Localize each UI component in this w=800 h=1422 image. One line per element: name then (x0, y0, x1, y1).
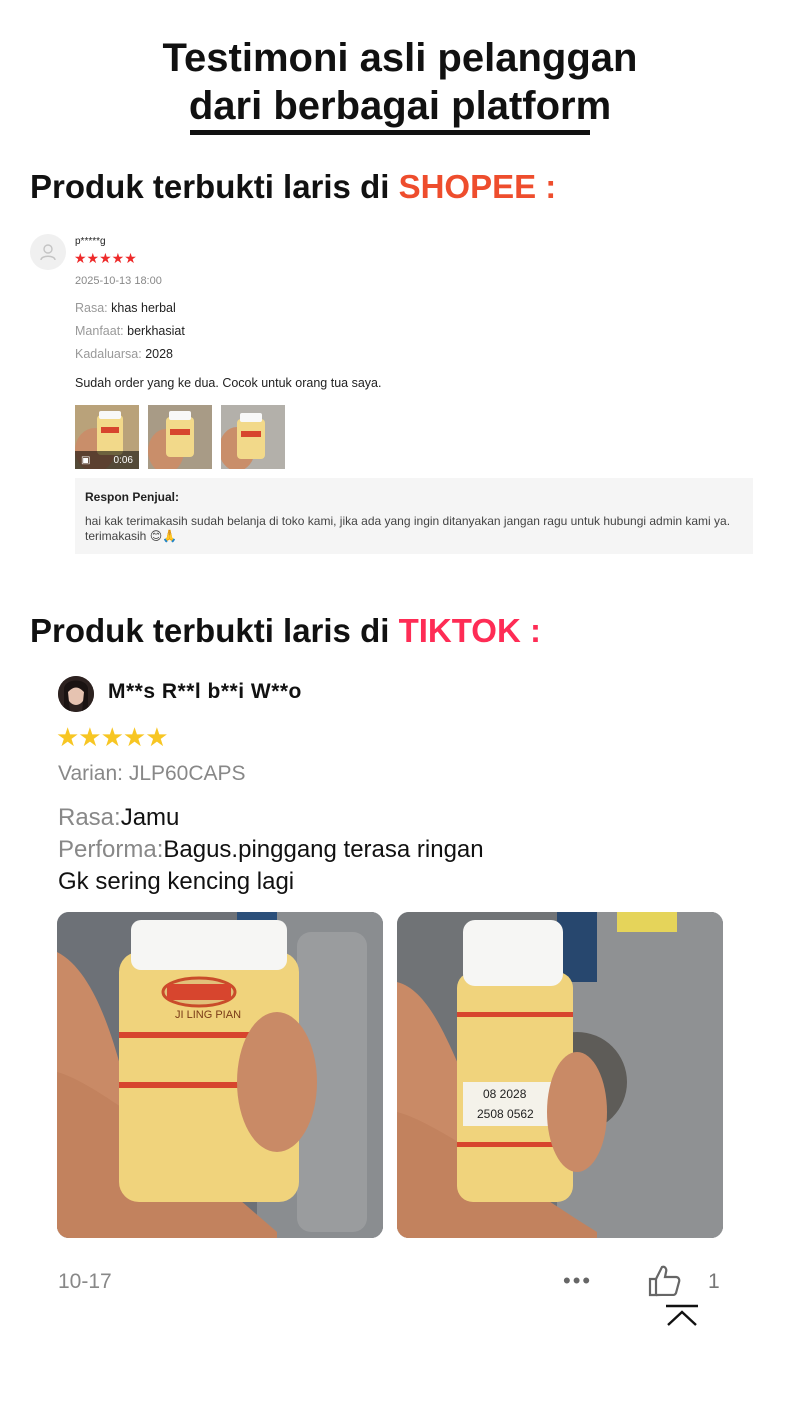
video-duration: 0:06 (113, 454, 133, 466)
shopee-photo-thumbnail[interactable] (221, 405, 285, 469)
rasa-value: Jamu (120, 804, 180, 831)
performa-value: Bagus.pinggang terasa ringan (163, 836, 484, 863)
headline-underline (190, 130, 590, 135)
tiktok-review-photo-2[interactable]: 08 2028 2508 0562 (397, 912, 723, 1238)
product-bottle-image (221, 405, 285, 469)
tiktok-review-date: 10-17 (58, 1270, 112, 1293)
video-badge: ▣ 0:06 (75, 451, 139, 469)
rasa-key: Rasa: (58, 804, 121, 831)
tiktok-section-title: Produk terbukti laris di TIKTOK : (30, 612, 541, 650)
user-icon (40, 244, 56, 261)
shopee-attr-rasa: Rasa: khas herbal (75, 301, 176, 315)
attr-key: Rasa: (75, 301, 112, 315)
video-camera-icon: ▣ (81, 454, 91, 466)
tiktok-rasa-line: Rasa:Jamu (58, 804, 179, 832)
user-photo (58, 676, 94, 712)
shopee-attr-manfaat: Manfaat: berkhasiat (75, 324, 185, 338)
attr-value: khas herbal (111, 301, 176, 315)
attr-key: Kadaluarsa: (75, 347, 146, 361)
section-title-prefix: Produk terbukti laris di (30, 612, 399, 649)
shopee-review-date: 2025-10-13 18:00 (75, 275, 162, 287)
tiktok-variant: Varian: JLP60CAPS (58, 762, 246, 785)
attr-value: berkhasiat (127, 324, 185, 338)
page-headline: Testimoni asli pelanggan dari berbagai p… (0, 34, 800, 135)
scroll-up-icon (666, 1304, 698, 1326)
attr-value: 2028 (145, 347, 173, 361)
shopee-section-title: Produk terbukti laris di SHOPEE : (30, 168, 556, 206)
like-count: 1 (708, 1270, 720, 1293)
tiktok-avatar[interactable] (58, 676, 94, 712)
more-options-icon[interactable]: ••• (563, 1268, 592, 1294)
tiktok-username: M**s R**l b**i W**o (108, 680, 302, 703)
shopee-brand: SHOPEE (398, 168, 537, 205)
bottle-label-text: JI LING PIAN (175, 1009, 241, 1021)
tiktok-extra-line: Gk sering kencing lagi (58, 868, 295, 895)
scroll-to-top-button[interactable] (642, 1296, 722, 1336)
product-bottle-image (148, 405, 212, 469)
batch-text: 2508 0562 (477, 1107, 534, 1121)
shopee-attr-kadaluarsa: Kadaluarsa: 2028 (75, 347, 173, 361)
tiktok-colon: : (520, 612, 541, 649)
shopee-username: p*****g (75, 236, 106, 247)
thumbs-up-icon (648, 1265, 681, 1297)
seller-reply-text: hai kak terimakasih sudah belanja di tok… (85, 514, 731, 543)
shopee-avatar[interactable] (30, 234, 66, 270)
section-title-prefix: Produk terbukti laris di (30, 168, 399, 205)
shopee-review-comment: Sudah order yang ke dua. Cocok untuk ora… (75, 376, 382, 390)
attr-key: Manfaat: (75, 324, 128, 338)
shopee-star-rating: ★★★★★ (74, 250, 137, 266)
tiktok-star-rating: ★★★★★ (56, 722, 169, 752)
tiktok-review-photo-1[interactable]: JI LING PIAN (57, 912, 383, 1238)
shopee-photo-thumbnail[interactable] (148, 405, 212, 469)
product-bottle-photo: JI LING PIAN (57, 912, 383, 1238)
performa-key: Performa: (58, 836, 164, 863)
seller-reply-title: Respon Penjual: (85, 490, 180, 504)
headline-line-1: Testimoni asli pelanggan (162, 36, 638, 80)
expiry-text: 08 2028 (483, 1087, 527, 1101)
shopee-video-thumbnail[interactable]: ▣ 0:06 (75, 405, 139, 469)
shopee-colon: : (536, 168, 557, 205)
shopee-seller-reply: Respon Penjual: hai kak terimakasih suda… (75, 478, 753, 554)
tiktok-brand: TIKTOK (398, 612, 521, 649)
product-bottle-photo: 08 2028 2508 0562 (397, 912, 723, 1238)
headline-line-2: dari berbagai platform (188, 84, 612, 128)
tiktok-performa-line: Performa:Bagus.pinggang terasa ringan (58, 836, 484, 864)
